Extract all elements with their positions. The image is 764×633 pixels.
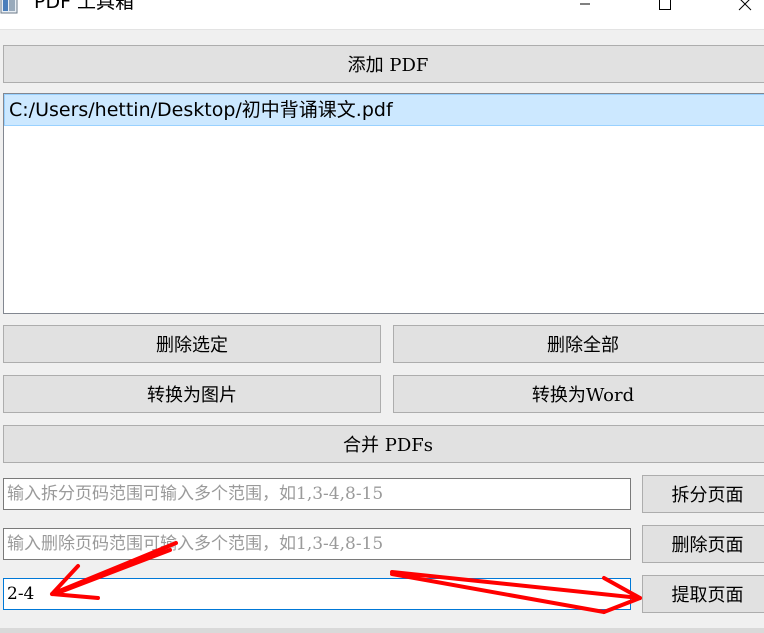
extract-pages-button[interactable]: 提取页面 — [642, 575, 764, 613]
app-window: PDF 工具箱 添加 PDF C:/Users/hettin/Desktop/初… — [0, 0, 764, 633]
delete-range-input[interactable] — [3, 528, 631, 560]
merge-pdfs-button[interactable]: 合并 PDFs — [3, 425, 764, 463]
delete-selected-button[interactable]: 删除选定 — [3, 325, 381, 363]
app-icon — [0, 0, 18, 14]
delete-pages-button[interactable]: 删除页面 — [642, 525, 764, 563]
extract-range-input[interactable] — [3, 578, 631, 610]
close-button[interactable] — [722, 0, 764, 16]
list-item[interactable]: C:/Users/hettin/Desktop/初中背诵课文.pdf — [4, 94, 764, 126]
convert-to-word-button[interactable]: 转换为Word — [393, 375, 764, 413]
split-pages-button[interactable]: 拆分页面 — [642, 475, 764, 513]
delete-all-button[interactable]: 删除全部 — [393, 325, 764, 363]
convert-to-image-button[interactable]: 转换为图片 — [3, 375, 381, 413]
minimize-button[interactable] — [562, 0, 608, 16]
maximize-button[interactable] — [642, 0, 688, 16]
bottom-border — [0, 628, 764, 633]
window-title: PDF 工具箱 — [34, 0, 135, 13]
add-pdf-button[interactable]: 添加 PDF — [3, 45, 764, 83]
split-range-input[interactable] — [3, 478, 631, 510]
pdf-file-list[interactable]: C:/Users/hettin/Desktop/初中背诵课文.pdf — [3, 93, 764, 314]
title-bar: PDF 工具箱 — [0, 0, 764, 30]
